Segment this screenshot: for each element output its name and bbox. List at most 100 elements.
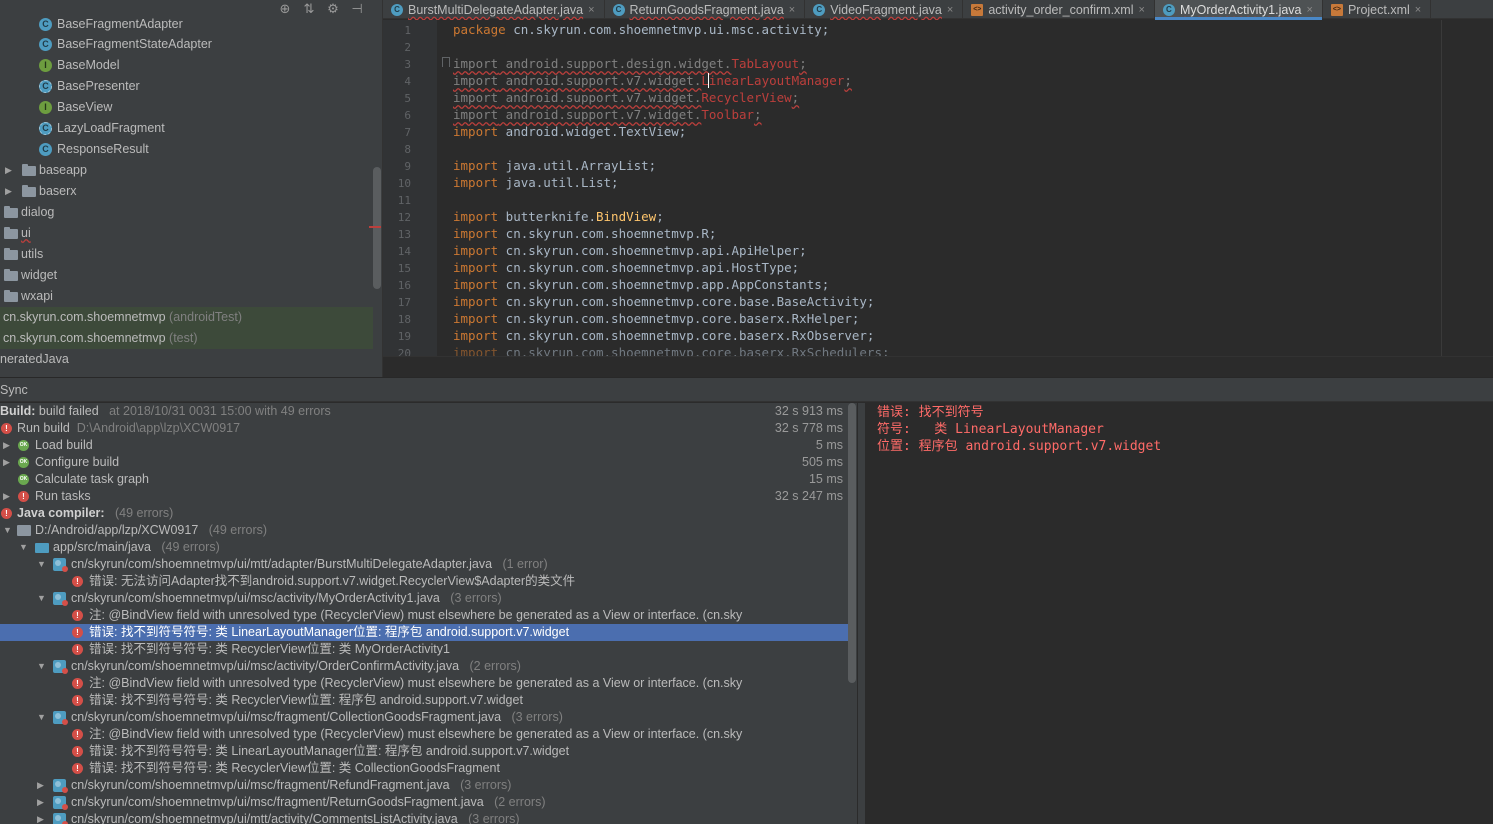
abstract-class-icon <box>39 122 52 135</box>
chevron-right-icon[interactable]: ▶ <box>37 777 44 794</box>
source-root-row[interactable]: ▼ app/src/main/java (49 errors) <box>0 539 848 556</box>
tree-item-label: baserx <box>39 184 77 198</box>
tab-burst-multi-delegate-adapter[interactable]: BurstMultiDelegateAdapter.java × <box>383 0 605 19</box>
build-step-row[interactable]: ▶ Run tasks 32 s 247 ms <box>0 488 848 505</box>
build-duration: 32 s 247 ms <box>774 489 843 503</box>
error-message-row[interactable]: 注: @BindView field with unresolved type … <box>0 726 848 743</box>
tree-item[interactable]: BaseFragmentStateAdapter <box>0 34 373 55</box>
chevron-down-icon[interactable]: ▼ <box>37 556 46 573</box>
tree-item[interactable]: BaseFragmentAdapter <box>0 14 373 35</box>
build-tool-window-header: Sync <box>0 377 1493 402</box>
chevron-right-icon[interactable]: ▶ <box>3 488 10 505</box>
file-row[interactable]: ▼ cn/skyrun/com/shoemnetmvp/ui/msc/activ… <box>0 658 848 675</box>
build-step-row[interactable]: ▶ Load build 5 ms <box>0 437 848 454</box>
tree-scrollbar[interactable] <box>373 167 381 289</box>
close-icon[interactable]: × <box>1307 1 1313 19</box>
tab-project-xml[interactable]: Project.xml × <box>1323 0 1432 19</box>
tree-item[interactable]: BaseView <box>0 97 373 118</box>
chevron-right-icon[interactable]: ▶ <box>3 437 10 454</box>
xml-icon <box>971 3 984 16</box>
build-step-row[interactable]: ▶ Configure build 505 ms <box>0 454 848 471</box>
class-icon <box>1162 3 1175 16</box>
splitter[interactable] <box>857 403 865 824</box>
error-message: 错误: 找不到符号符号: 类 LinearLayoutManager位置: 程序… <box>89 744 570 758</box>
tree-item[interactable]: cn.skyrun.com.shoemnetmvp (test) <box>0 328 373 349</box>
chevron-right-icon[interactable]: ▶ <box>5 160 15 181</box>
tab-video-fragment[interactable]: VideoFragment.java × <box>805 0 964 19</box>
tree-item[interactable]: widget <box>0 265 373 286</box>
tab-activity-order-confirm-xml[interactable]: activity_order_confirm.xml × <box>963 0 1155 19</box>
java-file-error-icon <box>53 711 68 725</box>
error-message: 注: @BindView field with unresolved type … <box>89 727 743 741</box>
error-message-row[interactable]: 注: @BindView field with unresolved type … <box>0 607 848 624</box>
error-icon <box>72 644 83 655</box>
chevron-right-icon[interactable]: ▶ <box>5 181 15 202</box>
error-message-row[interactable]: 错误: 找不到符号符号: 类 RecyclerView位置: 程序包 andro… <box>0 692 848 709</box>
module-row[interactable]: ▼ D:/Android/app/lzp/XCW0917 (49 errors) <box>0 522 848 539</box>
tree-item[interactable]: BaseModel <box>0 55 373 76</box>
chevron-down-icon[interactable]: ▼ <box>37 658 46 675</box>
file-row[interactable]: ▶ cn/skyrun/com/shoemnetmvp/ui/msc/fragm… <box>0 794 848 811</box>
chevron-down-icon[interactable]: ▼ <box>37 590 46 607</box>
tree-item[interactable]: ▶ baserx <box>0 181 373 202</box>
folder-icon <box>4 269 18 281</box>
close-icon[interactable]: × <box>1415 1 1421 19</box>
error-message-row[interactable]: 错误: 无法访问Adapter找不到android.support.v7.wid… <box>0 573 848 590</box>
class-icon <box>39 38 52 51</box>
tree-item[interactable]: LazyLoadFragment <box>0 118 373 139</box>
chevron-right-icon[interactable]: ▶ <box>37 794 44 811</box>
tree-item[interactable]: ui <box>0 223 373 244</box>
success-icon <box>18 440 29 451</box>
error-icon <box>72 695 83 706</box>
tree-item[interactable]: cn.skyrun.com.shoemnetmvp (androidTest) <box>0 307 373 328</box>
folder-icon <box>4 206 18 218</box>
build-tree-scrollbar[interactable] <box>848 403 856 683</box>
close-icon[interactable]: × <box>1139 1 1145 19</box>
line-number: 10 <box>397 177 411 190</box>
chevron-right-icon[interactable]: ▶ <box>3 454 10 471</box>
error-count: (3 errors) <box>511 710 563 724</box>
line-number: 3 <box>404 58 411 71</box>
build-status-row[interactable]: Build: build failed at 2018/10/31 0031 1… <box>0 403 848 420</box>
tree-item[interactable]: wxapi <box>0 286 373 307</box>
error-message-row[interactable]: 错误: 找不到符号符号: 类 LinearLayoutManager位置: 程序… <box>0 743 848 760</box>
build-step-row[interactable]: Calculate task graph 15 ms <box>0 471 848 488</box>
tree-item-label: dialog <box>21 205 55 219</box>
tree-item[interactable]: dialog <box>0 202 373 223</box>
tab-return-goods-fragment[interactable]: ReturnGoodsFragment.java × <box>605 0 806 19</box>
error-message: 错误: 找不到符号符号: 类 RecyclerView位置: 类 Collect… <box>89 761 500 775</box>
tree-item[interactable]: BasePresenter <box>0 76 373 97</box>
tab-sync[interactable]: Sync <box>0 383 28 397</box>
file-row[interactable]: ▼ cn/skyrun/com/shoemnetmvp/ui/msc/activ… <box>0 590 848 607</box>
line-number: 19 <box>397 330 411 343</box>
error-message-row[interactable]: 错误: 找不到符号符号: 类 RecyclerView位置: 类 MyOrder… <box>0 641 848 658</box>
tree-item[interactable]: ▶ baseapp <box>0 160 373 181</box>
tab-my-order-activity1[interactable]: MyOrderActivity1.java × <box>1154 0 1323 20</box>
fold-icon[interactable] <box>442 57 450 67</box>
chevron-right-icon[interactable]: ▶ <box>37 811 44 824</box>
error-message-row-selected[interactable]: 错误: 找不到符号符号: 类 LinearLayoutManager位置: 程序… <box>0 624 848 641</box>
error-message-row[interactable]: 错误: 找不到符号符号: 类 RecyclerView位置: 类 Collect… <box>0 760 848 777</box>
tree-item[interactable]: neratedJava <box>0 349 373 370</box>
code-editor[interactable]: 1 2 3 4 5 6 7 8 9 10 11 12 13 14 15 16 1… <box>383 20 1493 356</box>
error-message-row[interactable]: 注: @BindView field with unresolved type … <box>0 675 848 692</box>
chevron-down-icon[interactable]: ▼ <box>3 522 12 539</box>
close-icon[interactable]: × <box>789 1 795 19</box>
editor-tab-bar: BurstMultiDelegateAdapter.java × ReturnG… <box>383 0 1493 20</box>
file-row[interactable]: ▼ cn/skyrun/com/shoemnetmvp/ui/mtt/adapt… <box>0 556 848 573</box>
tree-item-label: BasePresenter <box>57 79 140 93</box>
close-icon[interactable]: × <box>588 1 594 19</box>
close-icon[interactable]: × <box>947 1 953 19</box>
compiler-group-row[interactable]: Java compiler: (49 errors) <box>0 505 848 522</box>
chevron-down-icon[interactable]: ▼ <box>37 709 46 726</box>
code-line: import cn.skyrun.com.shoemnetmvp.R; <box>453 226 717 241</box>
tree-item[interactable]: ResponseResult <box>0 139 373 160</box>
tree-item[interactable]: utils <box>0 244 373 265</box>
build-step-row[interactable]: Run build D:\Android\app\lzp\XCW0917 32 … <box>0 420 848 437</box>
line-number: 8 <box>404 143 411 156</box>
chevron-down-icon[interactable]: ▼ <box>19 539 28 556</box>
file-row[interactable]: ▶ cn/skyrun/com/shoemnetmvp/ui/mtt/activ… <box>0 811 848 824</box>
file-path: cn/skyrun/com/shoemnetmvp/ui/mtt/activit… <box>71 812 458 824</box>
file-row[interactable]: ▶ cn/skyrun/com/shoemnetmvp/ui/msc/fragm… <box>0 777 848 794</box>
file-row[interactable]: ▼ cn/skyrun/com/shoemnetmvp/ui/msc/fragm… <box>0 709 848 726</box>
